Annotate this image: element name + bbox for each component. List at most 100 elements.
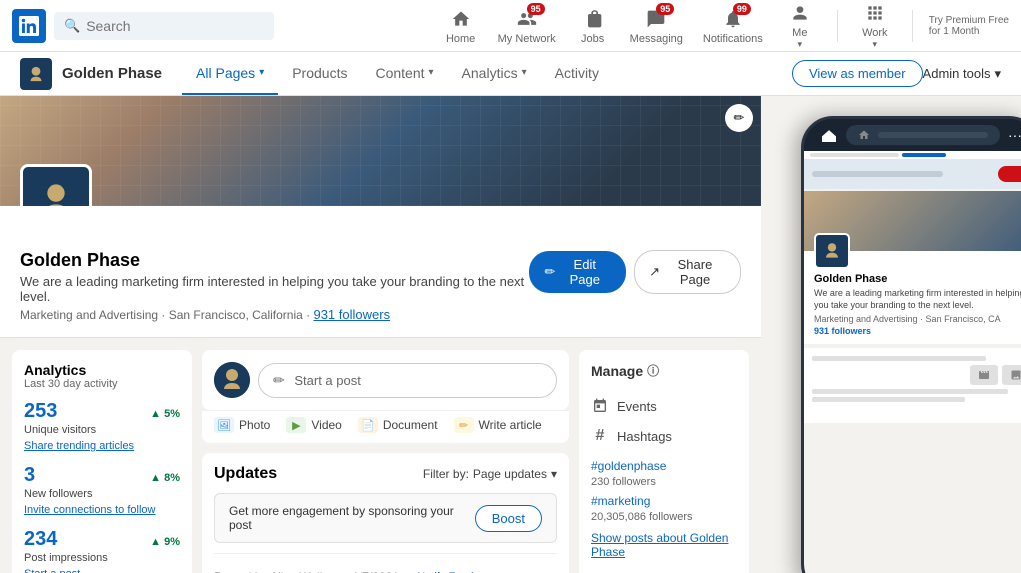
nav-item-notifications[interactable]: 99 Notifications — [695, 3, 771, 49]
search-bar[interactable]: 🔍 — [54, 12, 274, 40]
notifications-badge: 99 — [733, 3, 751, 15]
filter-dropdown-icon: ▾ — [551, 467, 557, 481]
stat-followers-label: New followers — [24, 488, 180, 500]
page-content: ✏ GOLDENPHASE Golden Phase We are a lead… — [0, 96, 761, 573]
post-action-bar: 🖼 Photo ▶ Video 📄 Document ✏ Write artic… — [202, 410, 569, 443]
video-button[interactable]: ▶ Video — [286, 417, 341, 433]
nav-messaging-label: Messaging — [630, 33, 683, 45]
nav-home-label: Home — [446, 33, 475, 45]
messaging-icon: 95 — [644, 7, 668, 31]
cover-image — [0, 96, 761, 206]
start-post-placeholder: Start a post — [294, 373, 360, 388]
nav-item-mynetwork[interactable]: 95 My Network — [490, 3, 564, 49]
nav-item-home[interactable]: Home — [436, 3, 486, 49]
edit-page-button[interactable]: ✏ Edit Page — [529, 251, 627, 293]
show-posts-link[interactable]: Show posts about Golden Phase — [591, 531, 737, 559]
top-navigation: 🔍 Home 95 My Network Jobs — [0, 0, 1021, 52]
profile-info: Golden Phase We are a leading marketing … — [0, 206, 761, 338]
page-tabs: All Pages ▾ Products Content ▾ Analytics… — [182, 53, 792, 95]
manage-events[interactable]: Events — [591, 391, 737, 421]
stat-followers-link[interactable]: Invite connections to follow — [24, 504, 155, 516]
share-page-button[interactable]: ↗ Share Page — [634, 250, 741, 294]
post-input[interactable]: ✏ Start a post — [258, 363, 557, 398]
edit-icon: ✏ — [545, 264, 556, 280]
tab-activity[interactable]: Activity — [541, 53, 613, 95]
updates-section: Updates Filter by: Page updates ▾ Get mo… — [202, 453, 569, 573]
write-icon: ✏ — [454, 417, 474, 433]
page-navigation: Golden Phase All Pages ▾ Products Conten… — [0, 52, 1021, 96]
stat-unique-visitors: 253 ▲ 5% Unique visitors Share trending … — [24, 400, 180, 452]
stat-impressions-link[interactable]: Start a post — [24, 568, 80, 573]
phone-mockup-container: ··· — [761, 96, 1021, 573]
hashtag-marketing[interactable]: #marketing — [591, 494, 737, 508]
tab-products[interactable]: Products — [278, 53, 361, 95]
analytics-subtitle: Last 30 day activity — [24, 378, 180, 390]
document-button[interactable]: 📄 Document — [358, 417, 438, 433]
manage-title: Manage ⓘ — [591, 362, 737, 379]
pencil-icon: ✏ — [734, 110, 745, 126]
analytics-dropdown-icon: ▾ — [522, 67, 527, 78]
stat-impressions-change: ▲ 9% — [150, 536, 180, 548]
analytics-title: Analytics — [24, 362, 180, 378]
share-icon: ↗ — [649, 264, 660, 280]
post-header: Posted by Alice Walker · 1/7/2021 ✏ Noti… — [214, 564, 557, 573]
manage-hashtags[interactable]: # Hashtags — [591, 421, 737, 451]
linkedin-logo[interactable] — [12, 9, 46, 43]
columns-area: Analytics Last 30 day activity 253 ▲ 5% … — [0, 338, 761, 573]
nav-mynetwork-label: My Network — [498, 33, 556, 45]
stat-visitors-link[interactable]: Share trending articles — [24, 440, 134, 452]
home-icon — [449, 7, 473, 31]
photo-button[interactable]: 🖼 Photo — [214, 417, 270, 433]
nav-item-me[interactable]: Me ▾ — [775, 0, 825, 54]
phone-company-name: Golden Phase — [814, 273, 1021, 285]
document-icon: 📄 — [358, 417, 378, 433]
premium-label: Try Premium Free — [929, 15, 1009, 26]
company-logo-small — [20, 58, 52, 90]
nav-divider-2 — [912, 10, 913, 42]
post-date: 1/7/2021 — [352, 570, 399, 573]
filter-dropdown[interactable]: Filter by: Page updates ▾ — [423, 467, 557, 481]
cover-section: ✏ GOLDENPHASE — [0, 96, 761, 206]
profile-details: Golden Phase We are a leading marketing … — [20, 250, 529, 325]
tab-all-pages[interactable]: All Pages ▾ — [182, 53, 278, 95]
profile-company-name: Golden Phase — [20, 250, 529, 271]
tab-content[interactable]: Content ▾ — [361, 53, 447, 95]
hashtag-goldenphase-followers: 230 followers — [591, 476, 737, 488]
company-name-nav: Golden Phase — [62, 65, 162, 82]
video-icon: ▶ — [286, 417, 306, 433]
feed-area: ✏ Start a post 🖼 Photo ▶ Video 📄 — [202, 350, 569, 573]
view-as-member-button[interactable]: View as member — [792, 60, 923, 87]
mynetwork-badge: 95 — [527, 3, 545, 15]
nav-item-jobs[interactable]: Jobs — [568, 3, 618, 49]
profile-description: We are a leading marketing firm interest… — [20, 274, 529, 304]
nav-work-label: Work — [862, 27, 887, 39]
post-more-button[interactable]: ··· — [527, 564, 557, 573]
admin-tools-dropdown[interactable]: Admin tools ▾ — [923, 66, 1001, 82]
premium-button[interactable]: Try Premium Free for 1 Month — [929, 15, 1009, 37]
nav-icons: Home 95 My Network Jobs 95 Messaging — [436, 0, 1009, 54]
boost-bar: Get more engagement by sponsoring your p… — [214, 493, 557, 543]
boost-button[interactable]: Boost — [475, 505, 542, 532]
profile-followers-link[interactable]: 931 followers — [313, 307, 390, 322]
nav-item-work[interactable]: Work ▾ — [850, 0, 900, 54]
hashtag-goldenphase[interactable]: #goldenphase — [591, 459, 737, 473]
stat-impressions-value: 234 — [24, 528, 57, 551]
admin-tools-dropdown-icon: ▾ — [994, 66, 1001, 82]
nav-item-messaging[interactable]: 95 Messaging — [622, 3, 691, 49]
notifications-icon: 99 — [721, 7, 745, 31]
stat-impressions-label: Post impressions — [24, 552, 180, 564]
content-dropdown-icon: ▾ — [429, 67, 434, 78]
phone-status-bar: ··· — [804, 119, 1021, 151]
phone-description: We are a leading marketing firm interest… — [814, 288, 1021, 311]
stat-visitors-label: Unique visitors — [24, 424, 180, 436]
cover-edit-button[interactable]: ✏ — [725, 104, 753, 132]
search-input[interactable] — [86, 18, 246, 34]
tab-analytics[interactable]: Analytics ▾ — [448, 53, 541, 95]
write-article-button[interactable]: ✏ Write article — [454, 417, 542, 433]
stat-new-followers: 3 ▲ 8% New followers Invite connections … — [24, 464, 180, 516]
phone-mockup: ··· — [801, 116, 1021, 573]
my-network-icon: 95 — [515, 7, 539, 31]
hashtag-section: #goldenphase 230 followers #marketing 20… — [591, 459, 737, 559]
boost-text: Get more engagement by sponsoring your p… — [229, 504, 475, 532]
hashtag-marketing-followers: 20,305,086 followers — [591, 511, 737, 523]
